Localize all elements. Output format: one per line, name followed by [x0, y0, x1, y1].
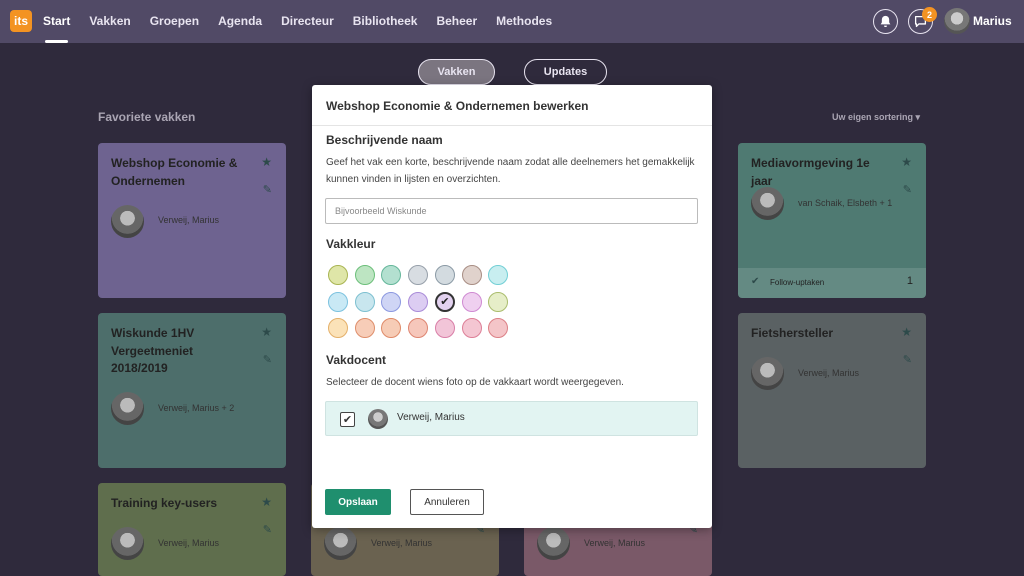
color-swatch[interactable] [328, 265, 348, 285]
nav-item-vakken[interactable]: Vakken [89, 0, 130, 43]
card-teacher: Verweij, Marius [371, 538, 433, 548]
save-button[interactable]: Opslaan [325, 489, 391, 515]
card-title: Wiskunde 1HV Vergeetmeniet 2018/2019 [111, 326, 195, 375]
color-swatch[interactable] [408, 291, 429, 312]
course-card[interactable]: Wiskunde 1HV Vergeetmeniet 2018/2019 ★ ✎… [98, 313, 286, 468]
color-swatch[interactable] [461, 265, 482, 285]
main-nav: Start Vakken Groepen Agenda Directeur Bi… [43, 0, 571, 43]
teacher-avatar [751, 357, 784, 390]
nav-item-agenda[interactable]: Agenda [218, 0, 262, 43]
check-icon: ✔ [440, 296, 450, 308]
follow-up-count: 1 [906, 275, 913, 287]
color-swatch[interactable] [434, 265, 455, 285]
color-swatch[interactable] [328, 318, 348, 338]
teacher-avatar [751, 187, 784, 220]
card-title: Mediavormgeving 1e jaar [751, 156, 870, 188]
checkbox-checked-icon[interactable]: ✔ [340, 412, 355, 427]
notifications-button[interactable] [873, 9, 898, 34]
nav-item-directeur[interactable]: Directeur [281, 0, 334, 43]
course-card[interactable]: Webshop Economie & Ondernemen ★ ✎ Verwei… [98, 143, 286, 298]
teacher-option[interactable]: ✔ Verweij, Marius [325, 401, 698, 436]
teacher-help-text: Selecteer de docent wiens foto op de vak… [326, 377, 624, 388]
user-avatar[interactable] [944, 8, 970, 34]
modal-divider [312, 125, 712, 126]
card-teacher: Verweij, Marius [584, 538, 646, 548]
color-swatch[interactable]: ✔ [434, 291, 455, 312]
sort-dropdown[interactable]: Uw eigen sortering ▾ [832, 112, 920, 123]
pencil-icon[interactable]: ✎ [263, 183, 272, 196]
color-heading: Vakkleur [326, 237, 376, 251]
color-swatch[interactable] [461, 291, 482, 312]
star-icon[interactable]: ★ [901, 155, 912, 169]
color-swatch[interactable] [381, 291, 402, 312]
name-help-text: Geef het vak een korte, beschrijvende na… [326, 157, 695, 185]
teacher-avatar [324, 527, 357, 560]
teacher-avatar [537, 527, 570, 560]
star-icon[interactable]: ★ [261, 495, 272, 509]
nav-item-bibliotheek[interactable]: Bibliotheek [353, 0, 418, 43]
course-card[interactable]: Fietshersteller ★ ✎ Verweij, Marius [738, 313, 926, 468]
teacher-avatar [111, 527, 144, 560]
color-swatch[interactable] [488, 318, 509, 338]
teacher-avatar [368, 409, 388, 429]
teacher-name: Verweij, Marius [397, 412, 465, 423]
color-swatch[interactable] [488, 291, 509, 312]
star-icon[interactable]: ★ [261, 325, 272, 339]
nav-item-start[interactable]: Start [43, 0, 70, 43]
chevron-down-icon: ▾ [915, 112, 921, 122]
color-swatch[interactable] [408, 265, 429, 285]
course-card[interactable]: Training key-users ★ ✎ Verweij, Marius [98, 483, 286, 576]
star-icon[interactable]: ★ [901, 325, 912, 339]
course-card[interactable]: Mediavormgeving 1e jaar ★ ✎ van Schaik, … [738, 143, 926, 298]
user-name[interactable]: Marius [973, 0, 1012, 43]
color-swatch[interactable] [354, 291, 375, 312]
nav-item-methodes[interactable]: Methodes [496, 0, 552, 43]
card-teacher: Verweij, Marius [798, 368, 860, 378]
name-heading: Beschrijvende naam [326, 133, 443, 147]
modal-title: Webshop Economie & Ondernemen bewerken [326, 99, 589, 113]
color-swatch[interactable] [354, 318, 375, 338]
course-name-input[interactable] [325, 198, 698, 224]
teacher-avatar [111, 392, 144, 425]
card-teacher: Verweij, Marius [158, 215, 220, 225]
bell-icon [880, 15, 891, 28]
color-swatch[interactable] [488, 265, 509, 285]
pencil-icon[interactable]: ✎ [903, 183, 912, 196]
tab-updates[interactable]: Updates [524, 59, 607, 85]
pencil-icon[interactable]: ✎ [263, 523, 272, 536]
nav-item-groepen[interactable]: Groepen [150, 0, 199, 43]
card-title: Webshop Economie & Ondernemen [111, 156, 238, 188]
nav-item-beheer[interactable]: Beheer [436, 0, 477, 43]
card-teacher: van Schaik, Elsbeth + 1 [798, 198, 893, 208]
tab-vakken[interactable]: Vakken [418, 59, 495, 85]
card-title: Fietshersteller [751, 326, 834, 340]
color-swatch[interactable] [354, 265, 375, 285]
color-swatch[interactable] [408, 318, 429, 338]
color-swatch[interactable] [381, 318, 402, 338]
card-teacher: Verweij, Marius + 2 [158, 403, 235, 413]
edit-course-modal: Webshop Economie & Ondernemen bewerken B… [312, 85, 712, 528]
teacher-heading: Vakdocent [326, 353, 387, 367]
color-swatch[interactable] [328, 291, 348, 312]
cancel-button[interactable]: Annuleren [410, 489, 484, 515]
top-navigation-bar: its Start Vakken Groepen Agenda Directeu… [0, 0, 1024, 43]
its-logo[interactable]: its [10, 10, 32, 32]
color-swatch[interactable] [434, 318, 455, 338]
pencil-icon[interactable]: ✎ [263, 353, 272, 366]
messages-count-badge: 2 [922, 7, 937, 22]
teacher-avatar [111, 205, 144, 238]
favorites-title: Favoriete vakken [98, 110, 196, 124]
card-teacher: Verweij, Marius [158, 538, 220, 548]
sort-label: Uw eigen sortering [832, 112, 914, 122]
pencil-icon[interactable]: ✎ [903, 353, 912, 366]
check-icon: ✔ [751, 276, 760, 287]
follow-up-label: Follow-uptaken [770, 278, 825, 287]
card-title: Training key-users [111, 496, 218, 510]
color-swatch[interactable] [381, 265, 402, 285]
star-icon[interactable]: ★ [261, 155, 272, 169]
color-swatch[interactable] [461, 318, 482, 338]
card-footer[interactable]: ✔ Follow-uptaken 1 [738, 268, 926, 298]
